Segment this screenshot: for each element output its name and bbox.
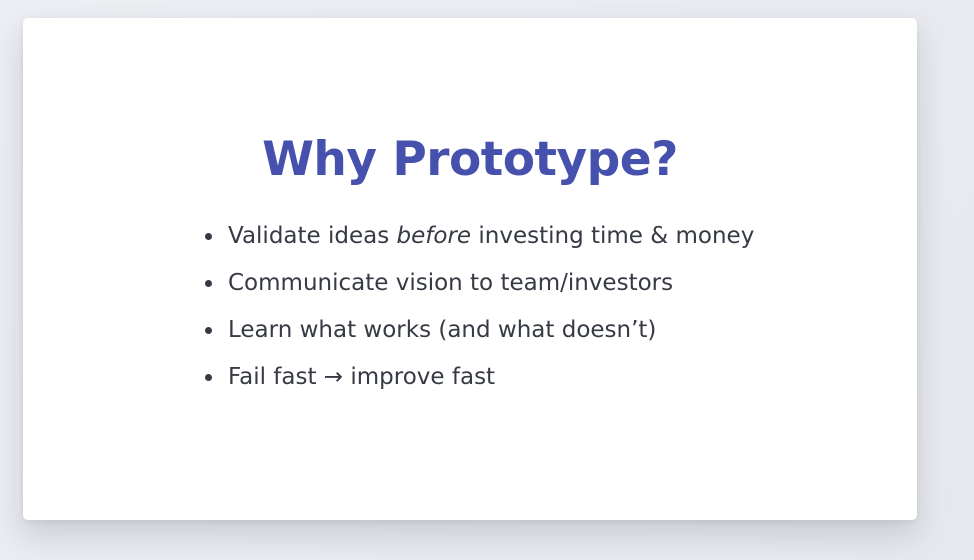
bullet-list: Validate ideas before investing time & m… <box>205 213 754 401</box>
bullet-text: Communicate vision to team/investors <box>228 270 674 296</box>
bullet-emphasis: before <box>396 223 472 249</box>
bullet-text-tail: investing time & money <box>471 223 755 249</box>
bullet-text: Learn what works (and what doesn’t) <box>228 317 657 343</box>
bullet-dot-icon <box>205 280 212 287</box>
bullet-item: Learn what works (and what doesn’t) <box>205 307 754 354</box>
bullet-item: Fail fast → improve fast <box>205 354 754 401</box>
bullet-text: Validate ideas <box>228 223 397 249</box>
bullet-dot-icon <box>205 374 212 381</box>
slide-card: Why Prototype? Validate ideas before inv… <box>23 18 917 520</box>
bullet-text: Fail fast → improve fast <box>228 364 496 390</box>
bullet-dot-icon <box>205 233 212 240</box>
bullet-item: Communicate vision to team/investors <box>205 260 754 307</box>
bullet-dot-icon <box>205 327 212 334</box>
bullet-item: Validate ideas before investing time & m… <box>205 213 754 260</box>
slide-title: Why Prototype? <box>262 132 678 187</box>
